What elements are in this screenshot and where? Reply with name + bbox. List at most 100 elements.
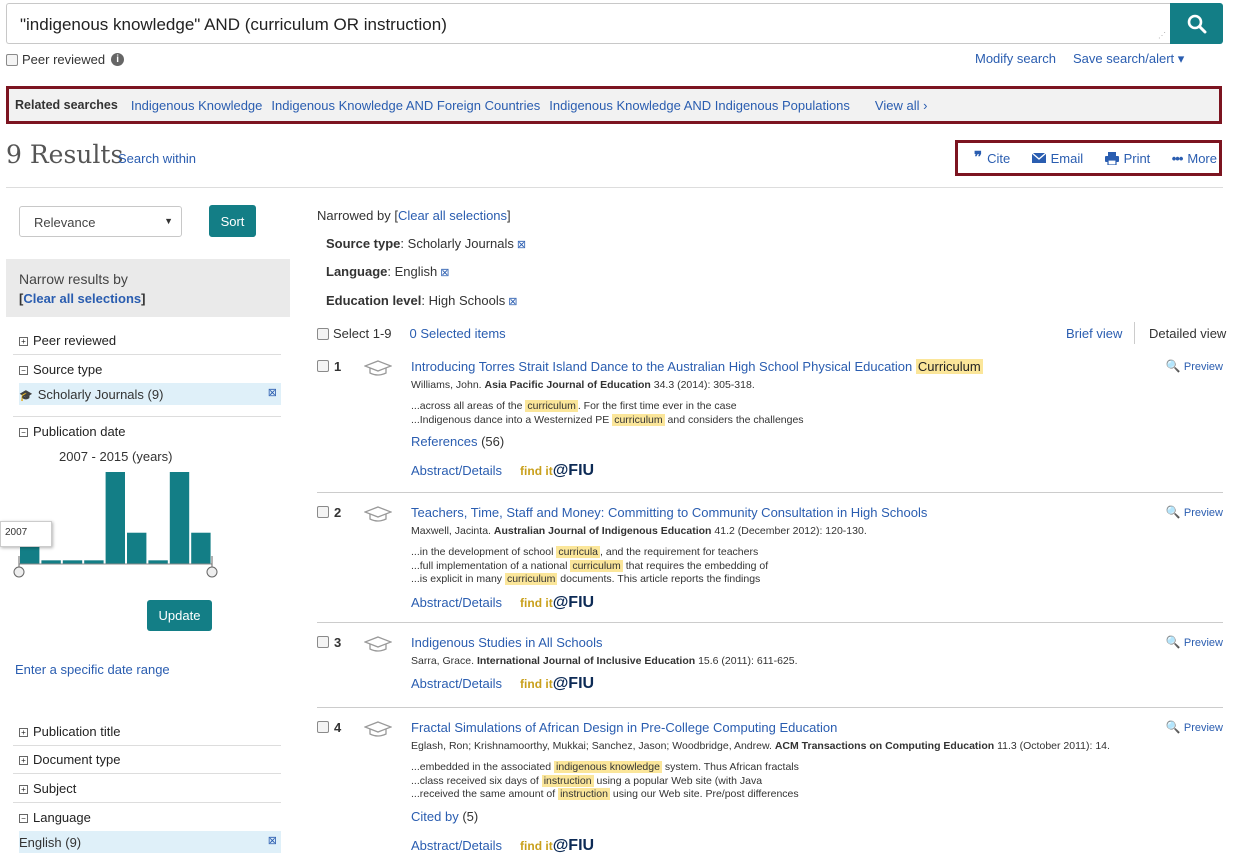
- modify-search-link[interactable]: Modify search: [975, 51, 1056, 66]
- remove-filter-icon[interactable]: ⊠: [268, 834, 277, 847]
- search-input[interactable]: "indigenous knowledge" AND (curriculum O…: [6, 3, 1172, 44]
- filter-chip: Education level: High Schools ⊠: [326, 293, 518, 308]
- view-all-link[interactable]: View all ›: [875, 98, 928, 113]
- histogram-bar[interactable]: [191, 532, 211, 564]
- abstract-details-link[interactable]: Abstract/Details: [411, 838, 502, 853]
- record-number: 1: [334, 359, 342, 374]
- clear-all-selections-link[interactable]: Clear all selections: [23, 291, 141, 306]
- histogram-bar[interactable]: [84, 560, 104, 564]
- selected-items-link[interactable]: 0 Selected items: [410, 326, 506, 341]
- record-journal: ACM Transactions on Computing Education: [774, 740, 995, 752]
- email-button[interactable]: Email: [1031, 151, 1083, 166]
- record-number: 3: [334, 635, 342, 650]
- facet-publication-title[interactable]: + Publication title: [19, 724, 281, 739]
- find-it-fiu-link[interactable]: find it@FIU: [520, 675, 594, 692]
- record-checkbox[interactable]: [317, 506, 329, 518]
- preview-link[interactable]: 🔍 Preview: [1166, 635, 1223, 649]
- record-checkbox[interactable]: [317, 360, 329, 372]
- facet-label: Language: [33, 810, 91, 825]
- divider: [13, 416, 281, 417]
- facet-subject[interactable]: + Subject: [19, 781, 281, 796]
- record-details: 11.3 (October 2011): 14.: [994, 740, 1110, 752]
- record-extra-count: (56): [477, 434, 505, 449]
- specific-date-range-link[interactable]: Enter a specific date range: [15, 662, 170, 677]
- more-button[interactable]: ••• More: [1172, 151, 1217, 166]
- snippet-line: ...in the development of school curricul…: [411, 546, 768, 560]
- detailed-view-label[interactable]: Detailed view: [1149, 326, 1226, 341]
- cite-button[interactable]: ❞ Cite: [974, 150, 1010, 166]
- expand-icon: +: [19, 756, 28, 765]
- remove-filter-icon[interactable]: ⊠: [517, 239, 526, 251]
- related-search-link[interactable]: Indigenous Knowledge: [131, 98, 263, 113]
- histogram-bar[interactable]: [169, 472, 190, 564]
- peer-reviewed-checkbox[interactable]: [6, 53, 18, 66]
- remove-filter-icon[interactable]: ⊠: [268, 386, 277, 399]
- print-label: Print: [1123, 150, 1151, 166]
- select-all-checkbox[interactable]: [317, 327, 329, 340]
- save-search-alert-link[interactable]: Save search/alert ▾: [1073, 51, 1184, 67]
- divider: [1134, 322, 1135, 344]
- search-button[interactable]: [1170, 3, 1223, 44]
- more-label: More: [1187, 150, 1217, 166]
- record-details: 34.3 (2014): 305-318.: [650, 379, 755, 391]
- record-title-link[interactable]: Indigenous Studies in All Schools: [411, 635, 603, 650]
- fiu-label: @FIU: [552, 593, 595, 611]
- remove-filter-icon[interactable]: ⊠: [508, 296, 517, 308]
- preview-link[interactable]: 🔍 Preview: [1166, 359, 1223, 373]
- record-citation: Maxwell, Jacinta. Australian Journal of …: [411, 525, 867, 537]
- ellipsis-icon: •••: [1171, 150, 1184, 166]
- record-extra-link[interactable]: Cited by: [411, 809, 459, 824]
- brief-view-link[interactable]: Brief view: [1066, 326, 1122, 341]
- print-button[interactable]: Print: [1104, 150, 1151, 166]
- search-within-link[interactable]: Search within: [118, 151, 196, 166]
- record-checkbox[interactable]: [317, 636, 329, 648]
- resize-grip-icon[interactable]: ⋰: [1158, 31, 1166, 40]
- filter-value: English: [394, 264, 438, 279]
- record-title-link[interactable]: Introducing Torres Strait Island Dance t…: [411, 359, 983, 374]
- histogram-bar[interactable]: [105, 472, 125, 564]
- histogram-bar[interactable]: [62, 560, 83, 564]
- facet-selected-language[interactable]: English (9) ⊠: [19, 831, 281, 853]
- abstract-details-link[interactable]: Abstract/Details: [411, 676, 502, 691]
- snippet-text: that requires the embedding of: [622, 559, 769, 572]
- divider: [13, 354, 281, 355]
- narrow-results-header: Narrow results by [Clear all selections]: [6, 259, 290, 317]
- snippet-text: . For the first time ever in the case: [577, 400, 737, 412]
- magnifier-icon: 🔍: [1165, 505, 1181, 519]
- sort-button[interactable]: Sort: [209, 205, 256, 237]
- histogram-bar[interactable]: [41, 560, 61, 564]
- sort-select[interactable]: Relevance ▼: [19, 206, 182, 237]
- remove-filter-icon[interactable]: ⊠: [440, 267, 449, 279]
- find-it-fiu-link[interactable]: find it@FIU: [520, 837, 594, 854]
- facet-source-type[interactable]: − Source type: [19, 362, 281, 377]
- record-title-link[interactable]: Teachers, Time, Staff and Money: Committ…: [411, 505, 927, 520]
- histogram-bar[interactable]: [127, 532, 147, 564]
- record-checkbox[interactable]: [317, 721, 329, 733]
- facet-peer-reviewed[interactable]: + Peer reviewed: [19, 333, 281, 348]
- facet-document-type[interactable]: + Document type: [19, 752, 281, 767]
- clear-all-selections-link[interactable]: Clear all selections: [398, 208, 507, 223]
- related-search-link[interactable]: Indigenous Knowledge AND Foreign Countri…: [271, 98, 540, 113]
- record-divider: [317, 492, 1223, 493]
- facet-language[interactable]: − Language: [19, 810, 281, 825]
- info-icon[interactable]: i: [111, 53, 125, 66]
- histogram-bar[interactable]: [148, 560, 168, 564]
- narrowed-by: Narrowed by [Clear all selections]: [317, 208, 511, 223]
- preview-link[interactable]: 🔍 Preview: [1166, 505, 1223, 519]
- snippet-text: ...full implementation of a national: [411, 559, 571, 572]
- histogram-bar[interactable]: [20, 545, 40, 564]
- abstract-details-link[interactable]: Abstract/Details: [411, 595, 502, 610]
- record-extra-link[interactable]: References: [411, 434, 477, 449]
- abstract-details-link[interactable]: Abstract/Details: [411, 463, 502, 478]
- record-links: Abstract/Details find it@FIU: [411, 462, 594, 480]
- record-title-link[interactable]: Fractal Simulations of African Design in…: [411, 720, 837, 735]
- update-button[interactable]: Update: [147, 600, 212, 631]
- record-number: 4: [334, 720, 342, 735]
- preview-link[interactable]: 🔍 Preview: [1166, 720, 1223, 734]
- find-it-fiu-link[interactable]: find it@FIU: [520, 462, 594, 479]
- facet-publication-date[interactable]: − Publication date: [19, 424, 281, 439]
- snippet-line: ...full implementation of a national cur…: [411, 559, 769, 574]
- related-search-link[interactable]: Indigenous Knowledge AND Indigenous Popu…: [549, 98, 850, 113]
- facet-selected-source-type[interactable]: 🎓 Scholarly Journals (9) ⊠: [19, 383, 281, 405]
- find-it-fiu-link[interactable]: find it@FIU: [520, 593, 595, 611]
